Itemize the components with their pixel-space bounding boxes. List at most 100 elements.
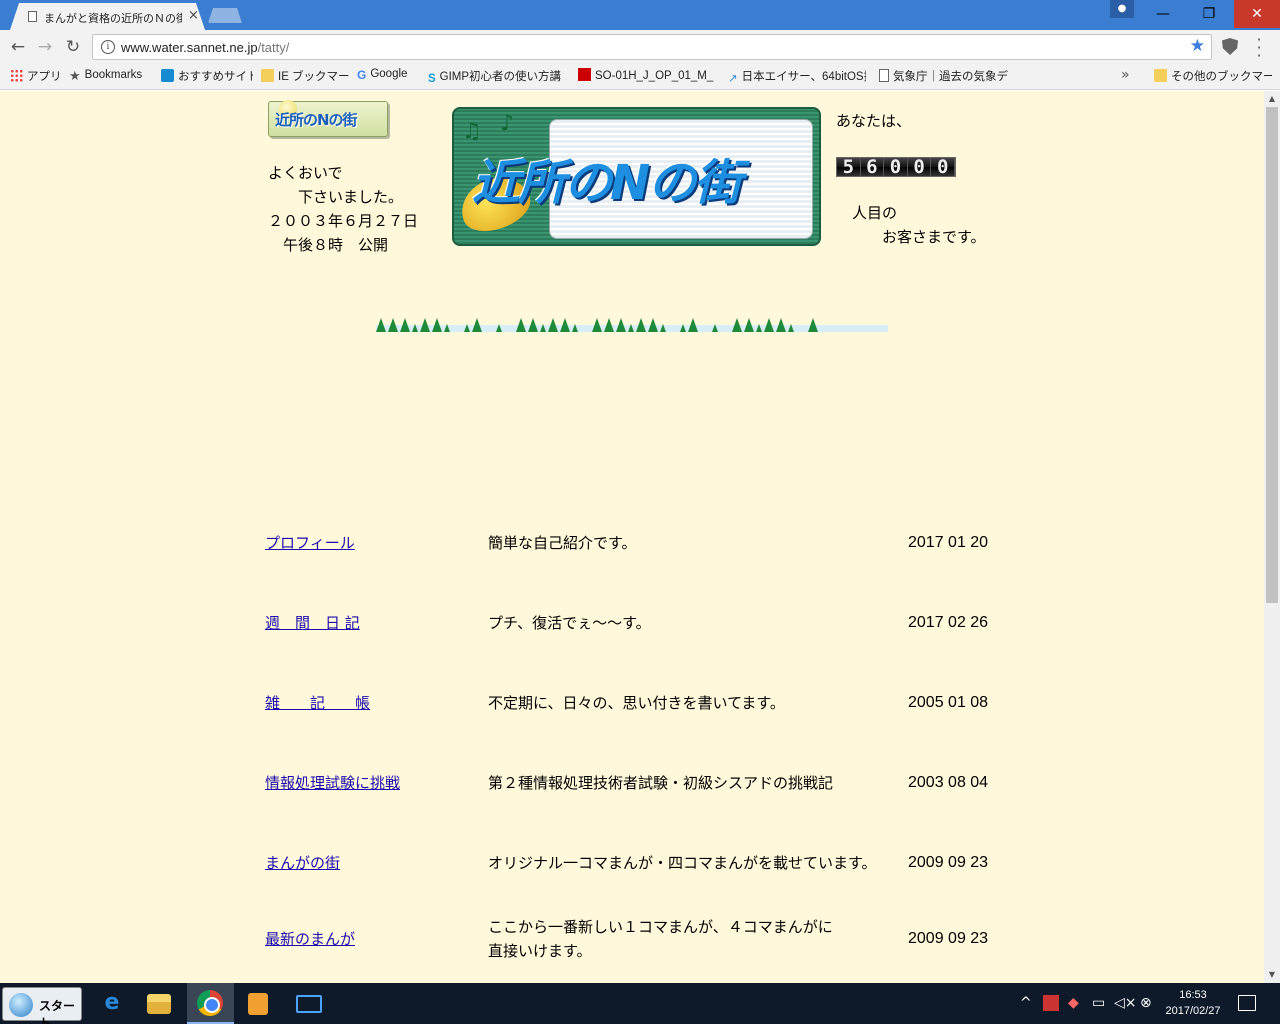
volume-muted-icon[interactable]: ◁× — [1114, 995, 1137, 1011]
scroll-up-icon[interactable]: ▲ — [1264, 91, 1280, 107]
menu-description: 不定期に、日々の、思い付きを書いてます。 — [488, 694, 785, 712]
network-icon[interactable]: ▭ — [1092, 995, 1105, 1011]
bookmark-other-folder[interactable]: その他のブックマーク — [1154, 68, 1272, 85]
start-label: スタート — [39, 999, 76, 1024]
remote-desktop-icon[interactable] — [296, 995, 322, 1013]
visitor-counter: 5 6 0 0 0 — [836, 157, 956, 177]
menu-dots-icon[interactable]: · · · — [1254, 32, 1264, 64]
tree-icon — [604, 318, 614, 332]
apps-icon — [10, 69, 23, 82]
address-bar[interactable]: i www.water.sannet.ne.jp/tatty/ ★ — [92, 34, 1212, 60]
tree-icon — [788, 324, 794, 332]
bookmark-acer[interactable]: ↗ 日本エイサー、64bitOS搭 — [728, 68, 866, 85]
menu-row: プロフィール 簡単な自己紹介です。 2017 01 20 — [0, 531, 1264, 555]
vertical-scrollbar[interactable]: ▲ ▼ — [1264, 91, 1280, 983]
welcome-message: よくおいで 下さいました。 ２００３年６月２７日 午後８時 公開 — [268, 164, 419, 254]
bookmark-star-icon[interactable]: ★ — [1190, 36, 1205, 56]
scrollbar-thumb[interactable] — [1266, 107, 1278, 603]
tree-icon — [516, 318, 526, 332]
folder-icon — [261, 69, 274, 82]
page-viewport: 近所のNの街 よくおいで 下さいました。 ２００３年６月２７日 午後８時 公開 … — [0, 91, 1264, 983]
restore-button[interactable]: ❐ — [1186, 0, 1232, 28]
tree-icon — [744, 318, 754, 332]
close-circle-icon[interactable]: ⊗ — [1140, 995, 1152, 1011]
latest-manga-link[interactable]: 最新のまんが — [265, 927, 355, 951]
menu-row: 情報処理試験に挑戦 第２種情報処理技術者試験・初級シスアドの挑戦記 2003 0… — [0, 771, 1264, 795]
bookmark-apps[interactable]: アプリ — [10, 68, 60, 85]
bookmark-jma[interactable]: 気象庁｜過去の気象デ — [879, 68, 1013, 85]
extension-shield-icon[interactable] — [1222, 38, 1238, 55]
menu-row: 週 間 日 記 プチ、復活でぇ～～す。 2017 02 26 — [0, 611, 1264, 635]
bookmark-bookmarks[interactable]: ★ Bookmarks — [69, 68, 151, 85]
show-hidden-icons-icon[interactable]: ^ — [1020, 995, 1032, 1011]
minimize-button[interactable]: — — [1140, 0, 1186, 28]
tree-icon — [376, 318, 386, 332]
menu-row: 雑 記 帳 不定期に、日々の、思い付きを書いてます。 2005 01 08 — [0, 691, 1264, 715]
menu-date: 2017 02 26 — [908, 614, 989, 631]
close-tab-icon[interactable]: × — [188, 9, 199, 23]
manga-town-link[interactable]: まんがの街 — [265, 851, 340, 875]
tree-icon — [592, 318, 602, 332]
tree-icon — [660, 324, 666, 332]
profile-link[interactable]: プロフィール — [265, 531, 355, 555]
url-text[interactable]: www.water.sannet.ne.jp/tatty/ — [121, 40, 289, 55]
tree-icon — [484, 318, 494, 332]
info-icon[interactable]: i — [101, 40, 115, 54]
tree-icon — [616, 318, 626, 332]
back-arrow-icon[interactable]: ← — [7, 36, 29, 58]
tree-icon — [636, 318, 646, 332]
bookmarks-bar: アプリ ★Bookmarks おすすめサイト IE ブックマーク GGoogle… — [0, 63, 1280, 90]
tree-icon — [720, 318, 730, 332]
notification-icon[interactable] — [1238, 995, 1256, 1011]
app-tray-icon[interactable] — [1043, 995, 1059, 1011]
new-tab-button[interactable] — [208, 8, 242, 23]
system-clock[interactable]: 16:53 2017/02/27 — [1158, 987, 1228, 1019]
weekly-diary-link[interactable]: 週 間 日 記 — [265, 611, 360, 635]
tree-icon — [432, 318, 442, 332]
tree-divider — [376, 308, 888, 332]
visitor-prefix: あなたは、 — [836, 112, 912, 130]
more-bookmarks-icon[interactable]: » — [1121, 67, 1130, 83]
site-logo-small[interactable]: 近所のNの街 — [268, 100, 388, 137]
browser-toolbar: ← → ↻ i www.water.sannet.ne.jp/tatty/ ★ … — [0, 30, 1280, 64]
tree-icon — [400, 318, 410, 332]
tree-icon — [452, 318, 462, 332]
bookmark-gimp[interactable]: S GIMP初心者の使い方講 — [428, 68, 568, 85]
tree-icon — [776, 318, 786, 332]
bookmark-google[interactable]: G Google — [357, 68, 419, 85]
tree-icon — [548, 318, 558, 332]
bookmark-ie-folder[interactable]: IE ブックマーク — [261, 68, 349, 85]
it-exam-link[interactable]: 情報処理試験に挑戦 — [265, 771, 400, 795]
edge-icon[interactable]: e — [98, 989, 126, 1017]
bookmark-recommended[interactable]: おすすめサイト — [161, 68, 253, 85]
site-logo-small-text: 近所のNの街 — [275, 111, 358, 129]
bookmark-docomo[interactable]: SO-01H_J_OP_01_M_F — [578, 68, 714, 85]
tree-icon — [712, 324, 718, 332]
tree-icon — [496, 324, 502, 332]
security-tray-icon[interactable]: ◆ — [1068, 995, 1079, 1011]
chrome-icon[interactable] — [197, 990, 223, 1016]
scroll-down-icon[interactable]: ▼ — [1264, 967, 1280, 983]
tree-icon — [560, 318, 570, 332]
reload-icon[interactable]: ↻ — [62, 36, 84, 58]
tree-icon — [504, 318, 514, 332]
profile-icon[interactable]: ● — [1110, 0, 1134, 18]
browser-tab[interactable]: まんがと資格の近所のＮの街 × — [10, 3, 205, 30]
menu-row: まんがの街 オリジナル一コマまんが・四コマまんがを載せています。 2009 09… — [0, 851, 1264, 875]
tree-icon — [680, 324, 686, 332]
start-button[interactable]: スタート — [2, 987, 82, 1024]
tree-icon — [796, 318, 806, 332]
chart-icon: ↗ — [728, 73, 738, 85]
media-player-icon[interactable] — [248, 993, 268, 1015]
menu-description: 第２種情報処理技術者試験・初級シスアドの挑戦記 — [488, 774, 834, 792]
menu-date: 2005 01 08 — [908, 694, 989, 711]
forward-arrow-icon[interactable]: → — [34, 36, 56, 58]
tree-icon — [528, 318, 538, 332]
close-window-button[interactable]: ✕ — [1234, 0, 1280, 28]
banner-title: 近所のNの街 — [472, 155, 742, 211]
file-explorer-icon[interactable] — [147, 994, 171, 1014]
google-icon: G — [357, 68, 367, 82]
page-icon — [28, 11, 37, 22]
notebook-link[interactable]: 雑 記 帳 — [265, 691, 370, 715]
tree-icon — [648, 318, 658, 332]
